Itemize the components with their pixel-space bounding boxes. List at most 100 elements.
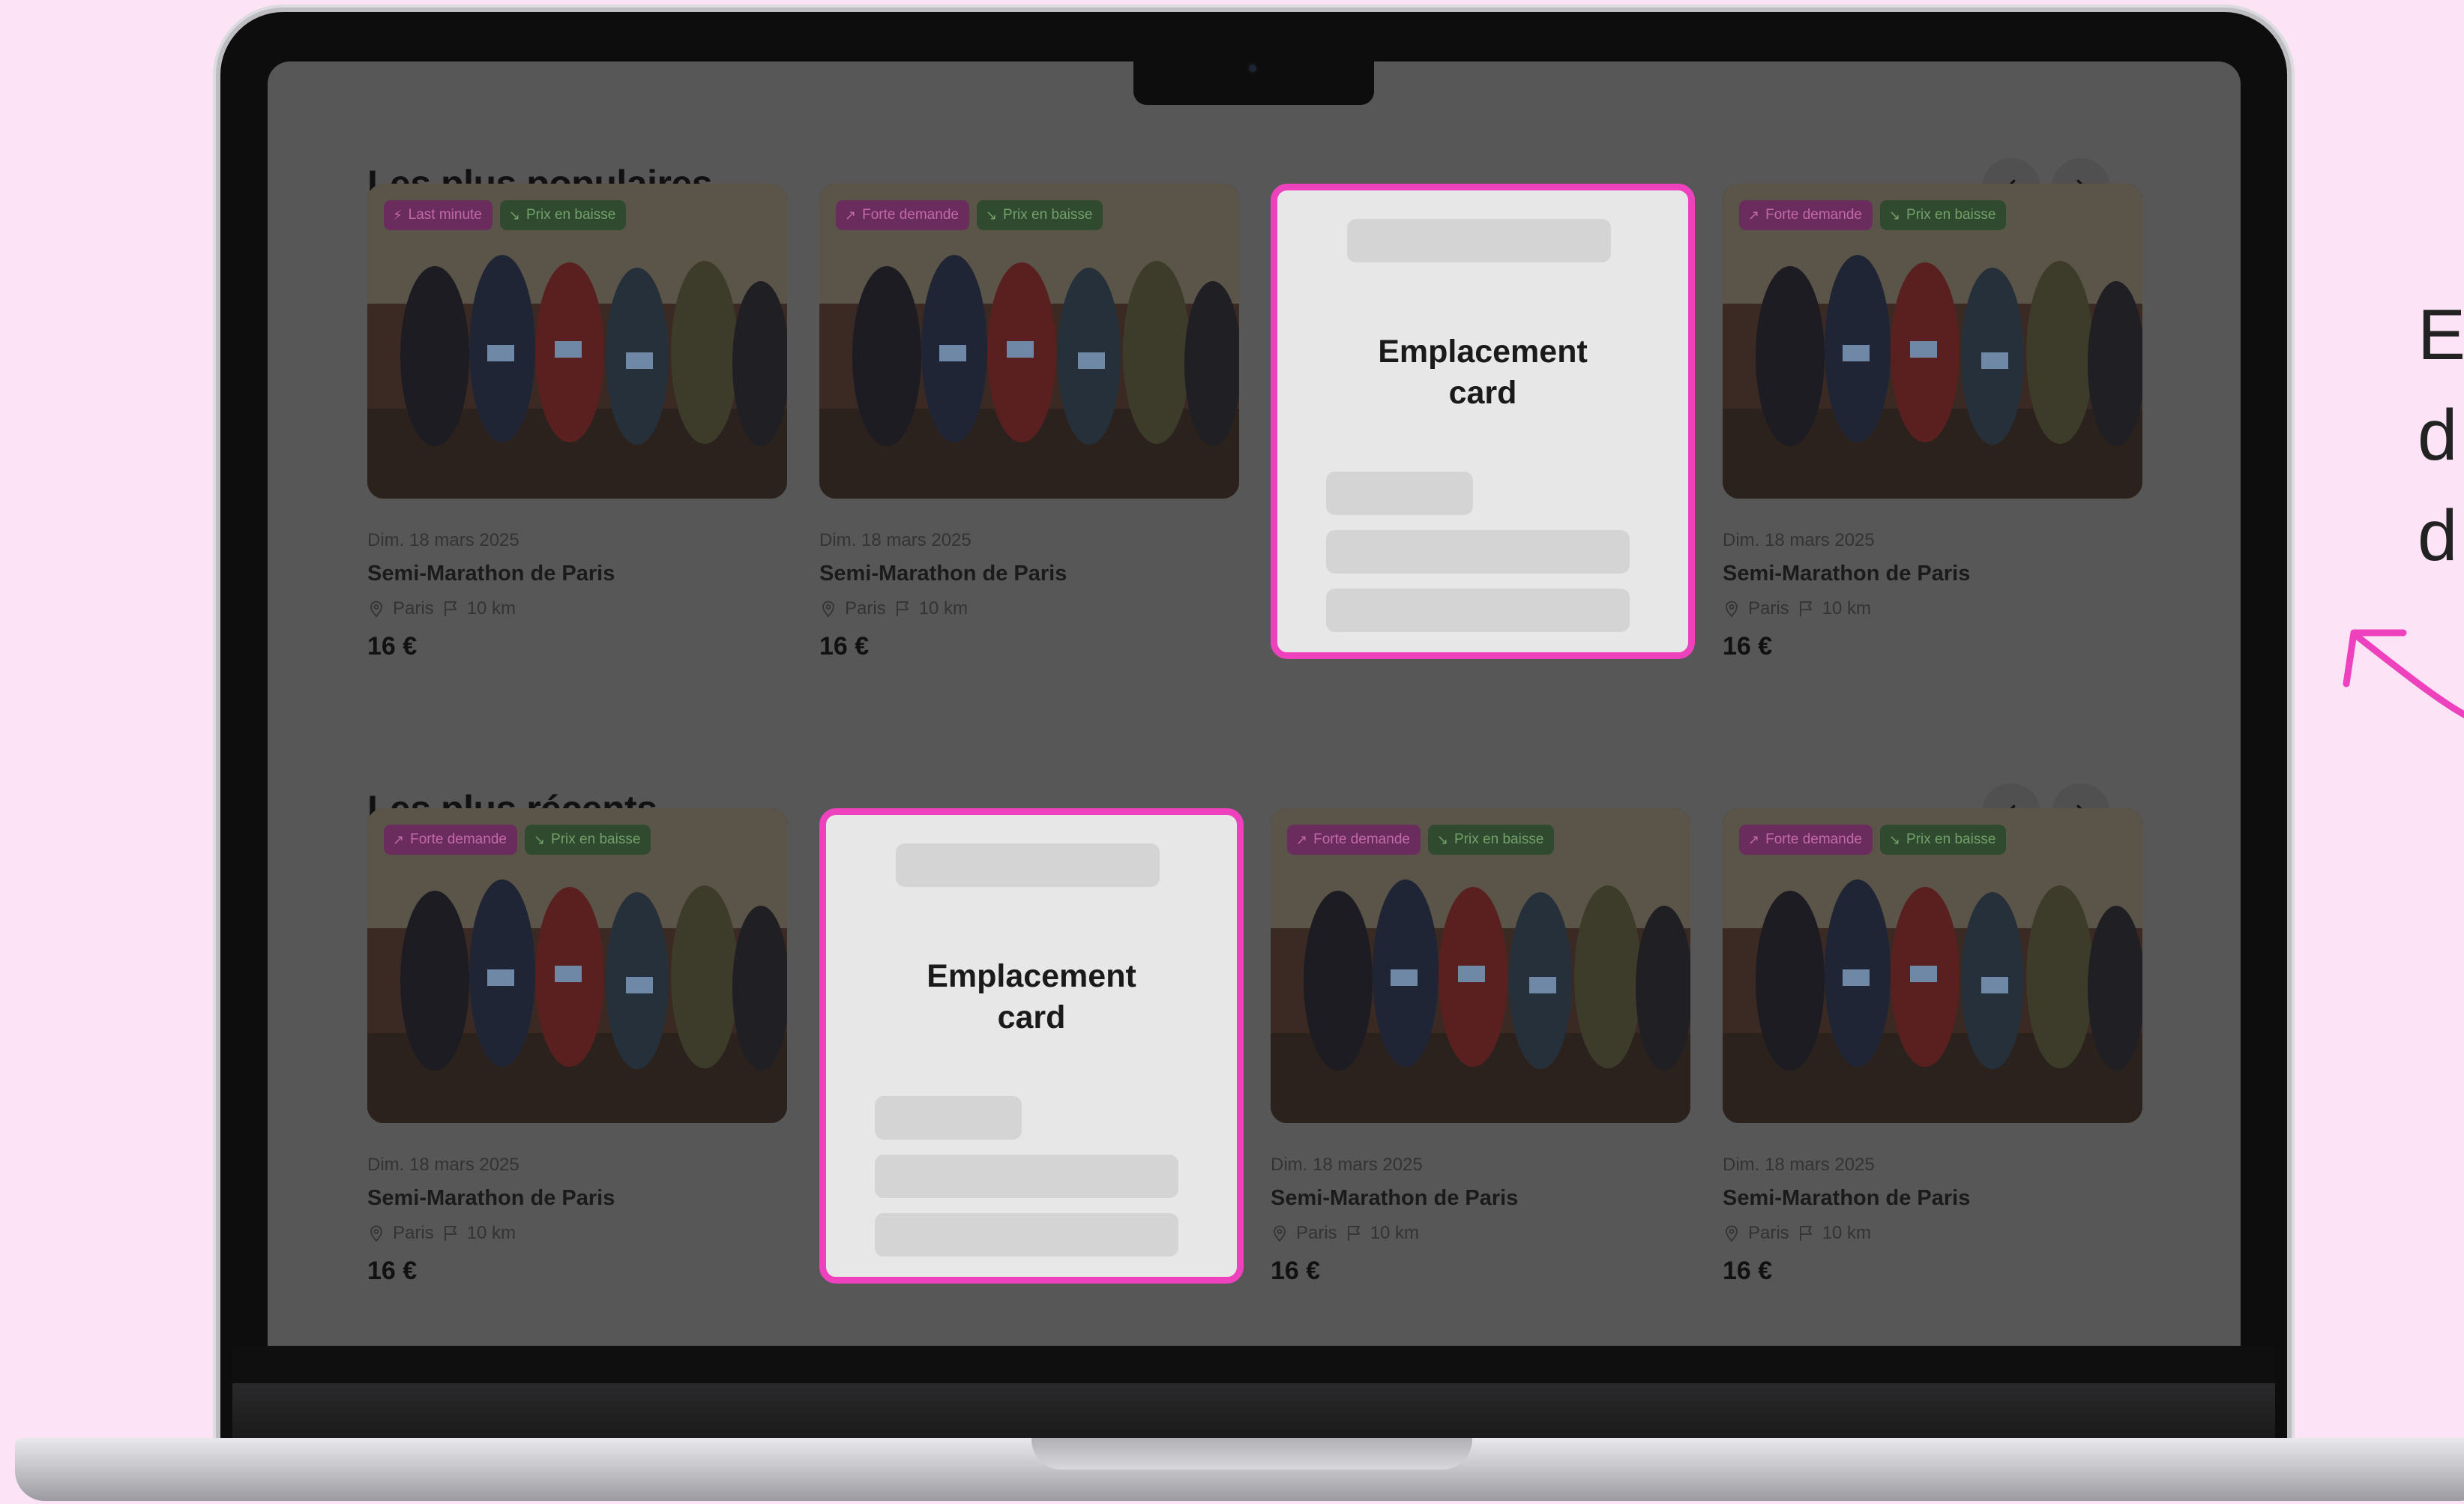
camera-icon [1247, 62, 1259, 74]
flag-icon [1347, 1226, 1360, 1241]
event-date: Dim. 18 mars 2025 [1723, 530, 1875, 550]
badge-last-minute: ⚡ Last minute [384, 200, 493, 230]
event-meta: Paris 10 km [1723, 1223, 1871, 1244]
badge-price-drop: ↘ Prix en baisse [1427, 825, 1555, 855]
event-card[interactable]: ↗ Forte demande ↘ Prix en baisse Dim. 18 m… [1723, 184, 2142, 661]
event-photo: ⚡ Last minute ↘ Prix en baisse [367, 184, 787, 499]
badge-price-drop: ↘ Prix en baisse [976, 200, 1103, 230]
location-pin-icon [1726, 1225, 1738, 1242]
trend-down-icon: ↘ [1888, 831, 1901, 847]
placeholder-bar [1326, 589, 1630, 632]
event-meta: Paris 10 km [1723, 598, 1871, 619]
event-price: 16 € [1723, 1257, 1773, 1285]
event-card[interactable]: ⚡ Last minute ↘ Prix en baisse Dim. 18 mar… [367, 184, 787, 661]
event-distance: 10 km [1822, 1223, 1872, 1243]
event-price: 16 € [1723, 632, 1773, 661]
event-name: Semi-Marathon de Paris [367, 1186, 615, 1210]
event-name: Semi-Marathon de Paris [819, 562, 1067, 586]
event-date: Dim. 18 mars 2025 [367, 530, 519, 550]
event-meta: Paris 10 km [367, 598, 516, 619]
event-distance: 10 km [1370, 1223, 1420, 1243]
event-distance: 10 km [466, 1223, 516, 1243]
event-meta: Paris 10 km [819, 598, 968, 619]
event-photo: ↗ Forte demande ↘ Prix en baisse [819, 184, 1239, 499]
placeholder-bar [1326, 472, 1473, 515]
placeholder-bar [875, 1096, 1022, 1140]
location-pin-icon [1274, 1225, 1286, 1242]
flag-icon [1799, 1226, 1812, 1241]
event-distance: 10 km [918, 598, 969, 619]
placeholder-label: Emplacement card [927, 958, 1136, 1035]
event-card[interactable]: ↗ Forte demande ↘ Prix en baisse Dim. 18 m… [1271, 808, 1690, 1285]
placeholder-bar [875, 1213, 1178, 1257]
event-price: 16 € [819, 632, 870, 661]
flag-icon [444, 1226, 457, 1241]
event-price: 16 € [1271, 1257, 1321, 1285]
badge-price-drop: ↘ Prix en baisse [524, 825, 651, 855]
flag-icon [444, 601, 457, 616]
event-name: Semi-Marathon de Paris [1723, 1186, 1971, 1210]
event-date: Dim. 18 mars 2025 [819, 530, 972, 550]
bezel-bottom [232, 1346, 2275, 1383]
badge-high-demand: ↗ Forte demande [384, 825, 517, 855]
side-annotation: E d d [2418, 295, 2464, 576]
event-meta: Paris 10 km [1271, 1223, 1419, 1244]
event-price: 16 € [367, 1257, 418, 1285]
event-name: Semi-Marathon de Paris [1271, 1186, 1519, 1210]
event-photo: ↗ Forte demande ↘ Prix en baisse [1271, 808, 1690, 1123]
badge-high-demand: ↗ Forte demande [1739, 825, 1873, 855]
event-city: Paris [393, 598, 434, 619]
event-date: Dim. 18 mars 2025 [1723, 1155, 1875, 1175]
event-distance: 10 km [466, 598, 516, 619]
placeholder-label: Emplacement card [1378, 334, 1588, 411]
trend-up-icon: ↗ [1296, 831, 1308, 847]
event-city: Paris [1748, 598, 1789, 619]
badge-high-demand: ↗ Forte demande [1739, 200, 1873, 230]
trend-down-icon: ↘ [1436, 831, 1449, 847]
event-date: Dim. 18 mars 2025 [1271, 1155, 1423, 1175]
trend-up-icon: ↗ [1748, 831, 1760, 847]
screen: Les plus populaires ⚡Last min [268, 61, 2241, 1346]
badge-price-drop: ↘ Prix en baisse [499, 200, 627, 230]
location-pin-icon [370, 601, 382, 618]
location-pin-icon [370, 1225, 382, 1242]
placeholder-bar [875, 1155, 1178, 1198]
event-city: Paris [1296, 1223, 1337, 1243]
event-date: Dim. 18 mars 2025 [367, 1155, 519, 1175]
badge-high-demand: ↗ Forte demande [836, 200, 969, 230]
event-card[interactable]: ↗ Forte demande ↘ Prix en baisse Dim. 18 m… [819, 184, 1239, 661]
bezel-hinge [232, 1383, 2275, 1440]
event-card[interactable]: ↗ Forte demande ↘ Prix en baisse Dim. 18 m… [1723, 808, 2142, 1285]
card-placeholder: Emplacement card [819, 808, 1244, 1284]
trend-down-icon: ↘ [533, 831, 546, 847]
event-card[interactable]: ↗ Forte demande ↘ Prix en baisse Dim. 18 m… [367, 808, 787, 1285]
card-placeholder: Emplacement card [1271, 184, 1695, 659]
trend-up-icon: ↗ [845, 207, 857, 223]
event-price: 16 € [367, 632, 418, 661]
laptop-base-notch [1031, 1438, 1472, 1470]
badge-price-drop: ↘ Prix en baisse [1879, 825, 2007, 855]
location-pin-icon [822, 601, 834, 618]
event-name: Semi-Marathon de Paris [1723, 562, 1971, 586]
arrow-icon [2343, 629, 2464, 719]
flag-icon [896, 601, 909, 616]
placeholder-bar [1326, 530, 1630, 574]
event-name: Semi-Marathon de Paris [367, 562, 615, 586]
placeholder-bar [1347, 219, 1611, 262]
event-city: Paris [1748, 1223, 1789, 1243]
event-meta: Paris 10 km [367, 1223, 516, 1244]
placeholder-bar [896, 843, 1160, 887]
bolt-icon: ⚡ [393, 207, 403, 223]
trend-up-icon: ↗ [393, 831, 405, 847]
event-photo: ↗ Forte demande ↘ Prix en baisse [1723, 808, 2142, 1123]
flag-icon [1799, 601, 1812, 616]
event-city: Paris [845, 598, 886, 619]
location-pin-icon [1726, 601, 1738, 618]
trend-down-icon: ↘ [1888, 207, 1901, 223]
event-distance: 10 km [1822, 598, 1872, 619]
trend-down-icon: ↘ [985, 207, 998, 223]
event-photo: ↗ Forte demande ↘ Prix en baisse [1723, 184, 2142, 499]
event-city: Paris [393, 1223, 434, 1243]
event-photo: ↗ Forte demande ↘ Prix en baisse [367, 808, 787, 1123]
trend-down-icon: ↘ [508, 207, 520, 223]
